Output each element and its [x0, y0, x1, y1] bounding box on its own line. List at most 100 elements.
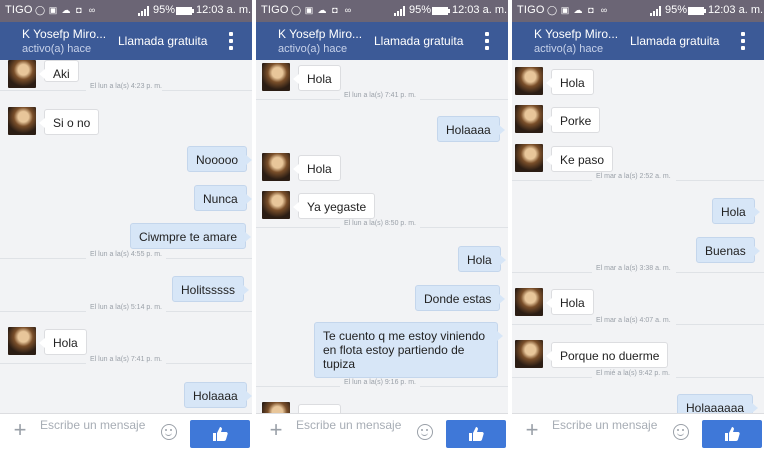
composer-bar: + Escribe un mensaje — [256, 413, 508, 454]
thumbs-up-icon — [469, 427, 484, 441]
message-list[interactable]: Hola Porke Ke paso El mar a la(s) 2:52 a… — [512, 60, 764, 414]
status-bar: TIGO ◯ ▣ ☁ ◘ ∞ 95% 12:03 a. m. — [0, 0, 252, 22]
like-button[interactable] — [446, 420, 506, 448]
cloud-icon: ☁ — [573, 5, 583, 15]
chat-notification-icon: ◯ — [547, 5, 558, 15]
message-input[interactable]: Escribe un mensaje — [40, 418, 155, 432]
contact-name[interactable]: K Yosefp Miro... — [22, 27, 106, 41]
camera-icon: ◘ — [332, 5, 338, 15]
message-outgoing: Nooooo — [187, 146, 252, 172]
overflow-menu-icon[interactable] — [740, 32, 746, 50]
notification-icons: ◯ ▣ ☁ ◘ ∞ — [291, 5, 353, 15]
emoji-icon[interactable] — [417, 424, 433, 440]
contact-avatar — [515, 288, 543, 316]
overflow-menu-icon[interactable] — [484, 32, 490, 50]
infinity-icon: ∞ — [88, 5, 96, 15]
cloud-icon: ☁ — [61, 5, 71, 15]
clock: 12:03 a. m. — [196, 4, 252, 16]
message-incoming: Hola — [39, 329, 87, 355]
contact-avatar — [262, 191, 290, 219]
free-call-button[interactable]: Llamada gratuita — [630, 34, 719, 48]
message-incoming: Si o no — [38, 109, 100, 135]
carrier-label: TIGO — [517, 4, 545, 16]
chat-notification-icon: ◯ — [291, 5, 302, 15]
composer-bar: + Escribe un mensaje — [512, 413, 764, 454]
battery-icon — [176, 7, 194, 15]
contact-avatar — [8, 327, 36, 355]
chat-panel-1: TIGO ◯ ▣ ☁ ◘ ∞ 95% 12:03 a. m. K Yosefp … — [0, 0, 252, 454]
camera-icon: ◘ — [76, 5, 82, 15]
contact-avatar — [515, 67, 543, 95]
signal-icon — [650, 6, 661, 16]
contact-avatar — [262, 153, 290, 181]
contact-avatar — [8, 107, 36, 135]
signal-icon — [138, 6, 149, 16]
message-incoming: Porke — [545, 107, 601, 133]
chat-header: K Yosefp Miro... activo(a) hace Llamada … — [512, 22, 764, 60]
contact-avatar — [262, 63, 290, 91]
emoji-icon[interactable] — [673, 424, 689, 440]
infinity-icon: ∞ — [344, 5, 352, 15]
status-bar: TIGO ◯ ▣ ☁ ◘ ∞ 95% 12:03 a. m. — [256, 0, 508, 22]
presence-status: activo(a) hace — [534, 43, 604, 55]
contact-avatar — [515, 105, 543, 133]
infinity-icon: ∞ — [600, 5, 608, 15]
message-incoming: Hola — [293, 65, 341, 91]
contact-name[interactable]: K Yosefp Miro... — [534, 27, 618, 41]
battery-percent: 95% — [409, 4, 432, 16]
message-input[interactable]: Escribe un mensaje — [296, 418, 411, 432]
camera-icon: ◘ — [588, 5, 594, 15]
message-outgoing: Holaaaa — [437, 116, 505, 142]
message-outgoing: Nunca — [194, 185, 252, 211]
signal-icon — [394, 6, 405, 16]
notification-icons: ◯ ▣ ☁ ◘ ∞ — [547, 5, 609, 15]
message-outgoing: Ciwmpre te amare — [130, 223, 252, 249]
composer-bar: + Escribe un mensaje — [0, 413, 252, 454]
message-outgoing: Hola — [712, 198, 760, 224]
message-outgoing: Te cuento q me estoy viniendo en flota e… — [314, 322, 503, 378]
status-bar: TIGO ◯ ▣ ☁ ◘ ∞ 95% 12:03 a. m. — [512, 0, 764, 22]
message-outgoing: Holitsssss — [172, 276, 250, 302]
free-call-button[interactable]: Llamada gratuita — [374, 34, 463, 48]
chat-panel-3: TIGO ◯ ▣ ☁ ◘ ∞ 95% 12:03 a. m. K Yosefp … — [512, 0, 764, 454]
overflow-menu-icon[interactable] — [228, 32, 234, 50]
message-incoming: Aki — [39, 60, 79, 82]
battery-icon — [688, 7, 706, 15]
message-outgoing: Buenas — [696, 237, 760, 263]
message-incoming: Hola — [546, 289, 594, 315]
plus-icon[interactable]: + — [10, 419, 30, 441]
plus-icon[interactable]: + — [522, 419, 542, 441]
like-button[interactable] — [190, 420, 250, 448]
notification-icons: ◯ ▣ ☁ ◘ ∞ — [35, 5, 97, 15]
message-incoming: Ke paso — [545, 146, 614, 172]
message-list[interactable]: Hola El lun a la(s) 7:41 p. m. Holaaaa H… — [256, 60, 508, 414]
message-outgoing: Hola — [458, 246, 506, 272]
message-list[interactable]: Aki El lun a la(s) 4:23 p. m. Si o no No… — [0, 60, 252, 414]
contact-avatar — [8, 60, 36, 88]
chat-panel-2: TIGO ◯ ▣ ☁ ◘ ∞ 95% 12:03 a. m. K Yosefp … — [256, 0, 508, 454]
like-button[interactable] — [702, 420, 762, 448]
clock: 12:03 a. m. — [452, 4, 508, 16]
thumbs-up-icon — [725, 427, 740, 441]
clock: 12:03 a. m. — [708, 4, 764, 16]
chat-notification-icon: ◯ — [35, 5, 46, 15]
contact-avatar — [515, 340, 543, 368]
chat-header: K Yosefp Miro... activo(a) hace Llamada … — [0, 22, 252, 60]
plus-icon[interactable]: + — [266, 419, 286, 441]
carrier-label: TIGO — [261, 4, 289, 16]
cloud-icon: ☁ — [317, 5, 327, 15]
message-incoming: Porque no duerme — [545, 342, 669, 368]
message-input[interactable]: Escribe un mensaje — [552, 418, 667, 432]
message-incoming: Hola — [546, 69, 594, 95]
message-outgoing: Holaaaaaa — [677, 394, 759, 414]
message-incoming: Ya yegaste — [292, 193, 376, 219]
battery-percent: 95% — [665, 4, 688, 16]
battery-icon — [432, 7, 450, 15]
free-call-button[interactable]: Llamada gratuita — [118, 34, 207, 48]
image-notification-icon: ▣ — [304, 5, 314, 15]
message-outgoing: Holaaaa — [184, 382, 252, 408]
contact-name[interactable]: K Yosefp Miro... — [278, 27, 362, 41]
carrier-label: TIGO — [5, 4, 33, 16]
message-outgoing: Donde estas — [415, 285, 506, 311]
emoji-icon[interactable] — [161, 424, 177, 440]
